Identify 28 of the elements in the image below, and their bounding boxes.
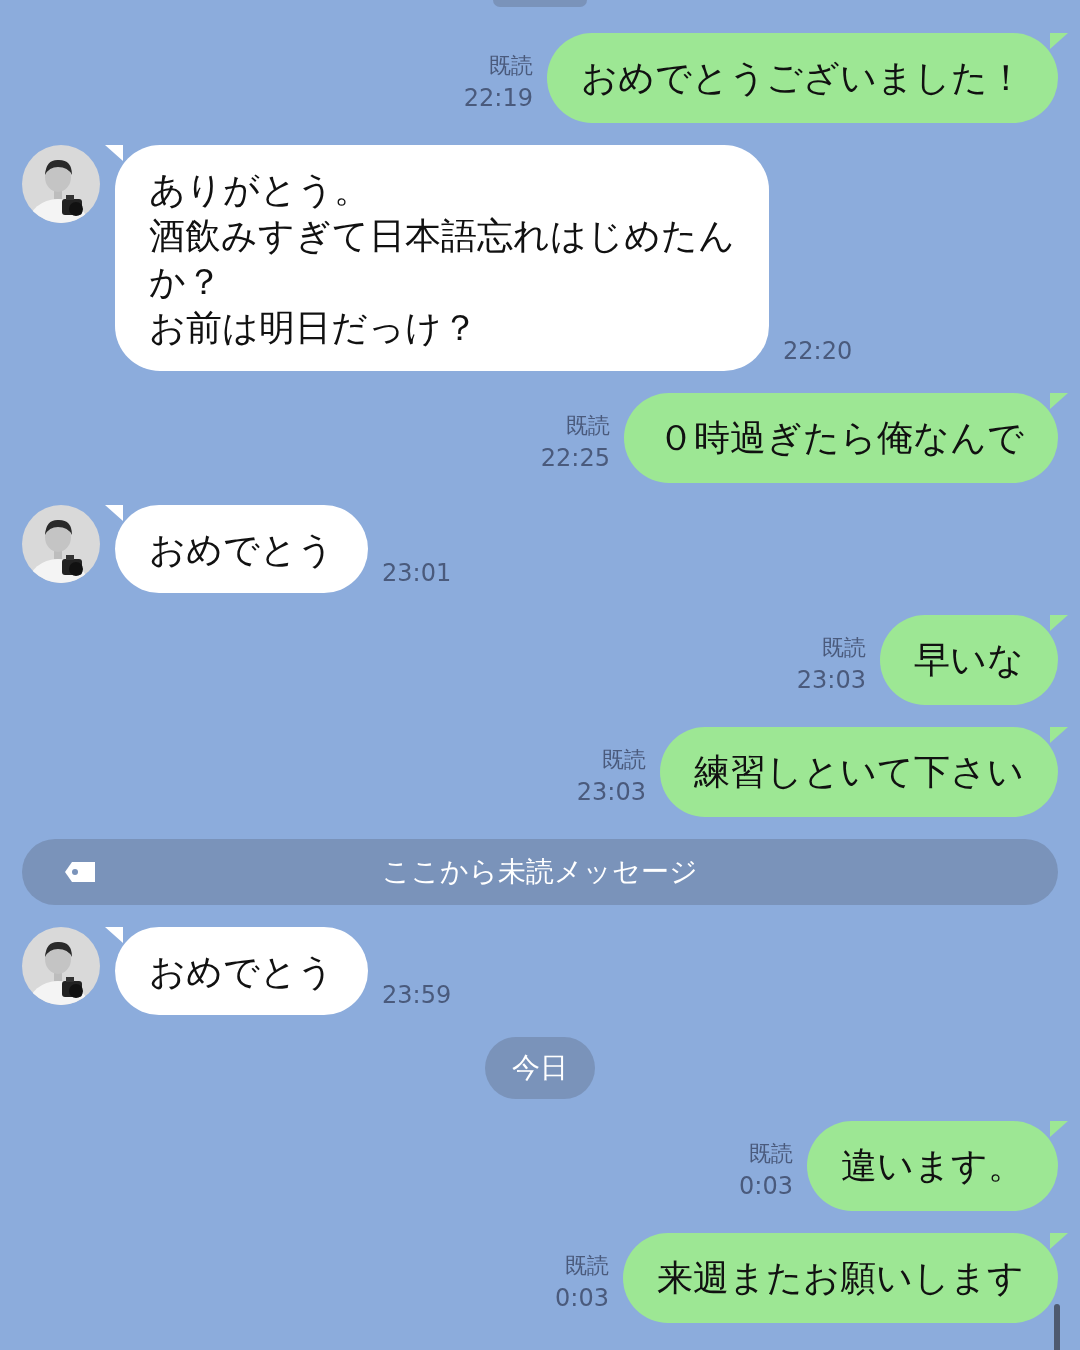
- received-message: おめでとう: [105, 927, 368, 1015]
- sent-message: おめでとうございました！: [547, 33, 1068, 123]
- scrollbar[interactable]: [1054, 1304, 1060, 1350]
- timestamp: 0:03: [739, 1171, 793, 1202]
- read-receipt: 既読: [565, 1252, 609, 1280]
- read-receipt: 既読: [602, 746, 646, 774]
- read-receipt: 既読: [822, 634, 866, 662]
- received-message: ありがとう。 酒飲みすぎて日本語忘れはじめたん か？ お前は明日だっけ？: [105, 145, 769, 371]
- timestamp: 23:03: [576, 777, 646, 808]
- timestamp: 22:25: [540, 443, 610, 474]
- date-label: 今日: [485, 1037, 595, 1099]
- timestamp: 23:03: [796, 665, 866, 696]
- sent-message: 違います。: [807, 1121, 1068, 1211]
- timestamp: 22:20: [783, 337, 853, 367]
- sent-message: ０時過ぎたら俺なんで: [624, 393, 1068, 483]
- tag-icon: [64, 861, 96, 883]
- divider-label: ここから未読メッセージ: [382, 854, 698, 890]
- timestamp: 23:01: [382, 559, 452, 589]
- read-receipt: 既読: [749, 1140, 793, 1168]
- read-receipt: 既読: [489, 52, 533, 80]
- sent-message: 練習しといて下さい: [660, 727, 1068, 817]
- timestamp: 0:03: [555, 1283, 609, 1314]
- timestamp: 23:59: [382, 981, 452, 1011]
- sent-message: 早いな: [880, 615, 1068, 705]
- read-receipt: 既読: [566, 412, 610, 440]
- received-message: おめでとう: [105, 505, 368, 593]
- sent-message: 来週またお願いします: [623, 1233, 1068, 1323]
- timestamp: 22:19: [463, 83, 533, 114]
